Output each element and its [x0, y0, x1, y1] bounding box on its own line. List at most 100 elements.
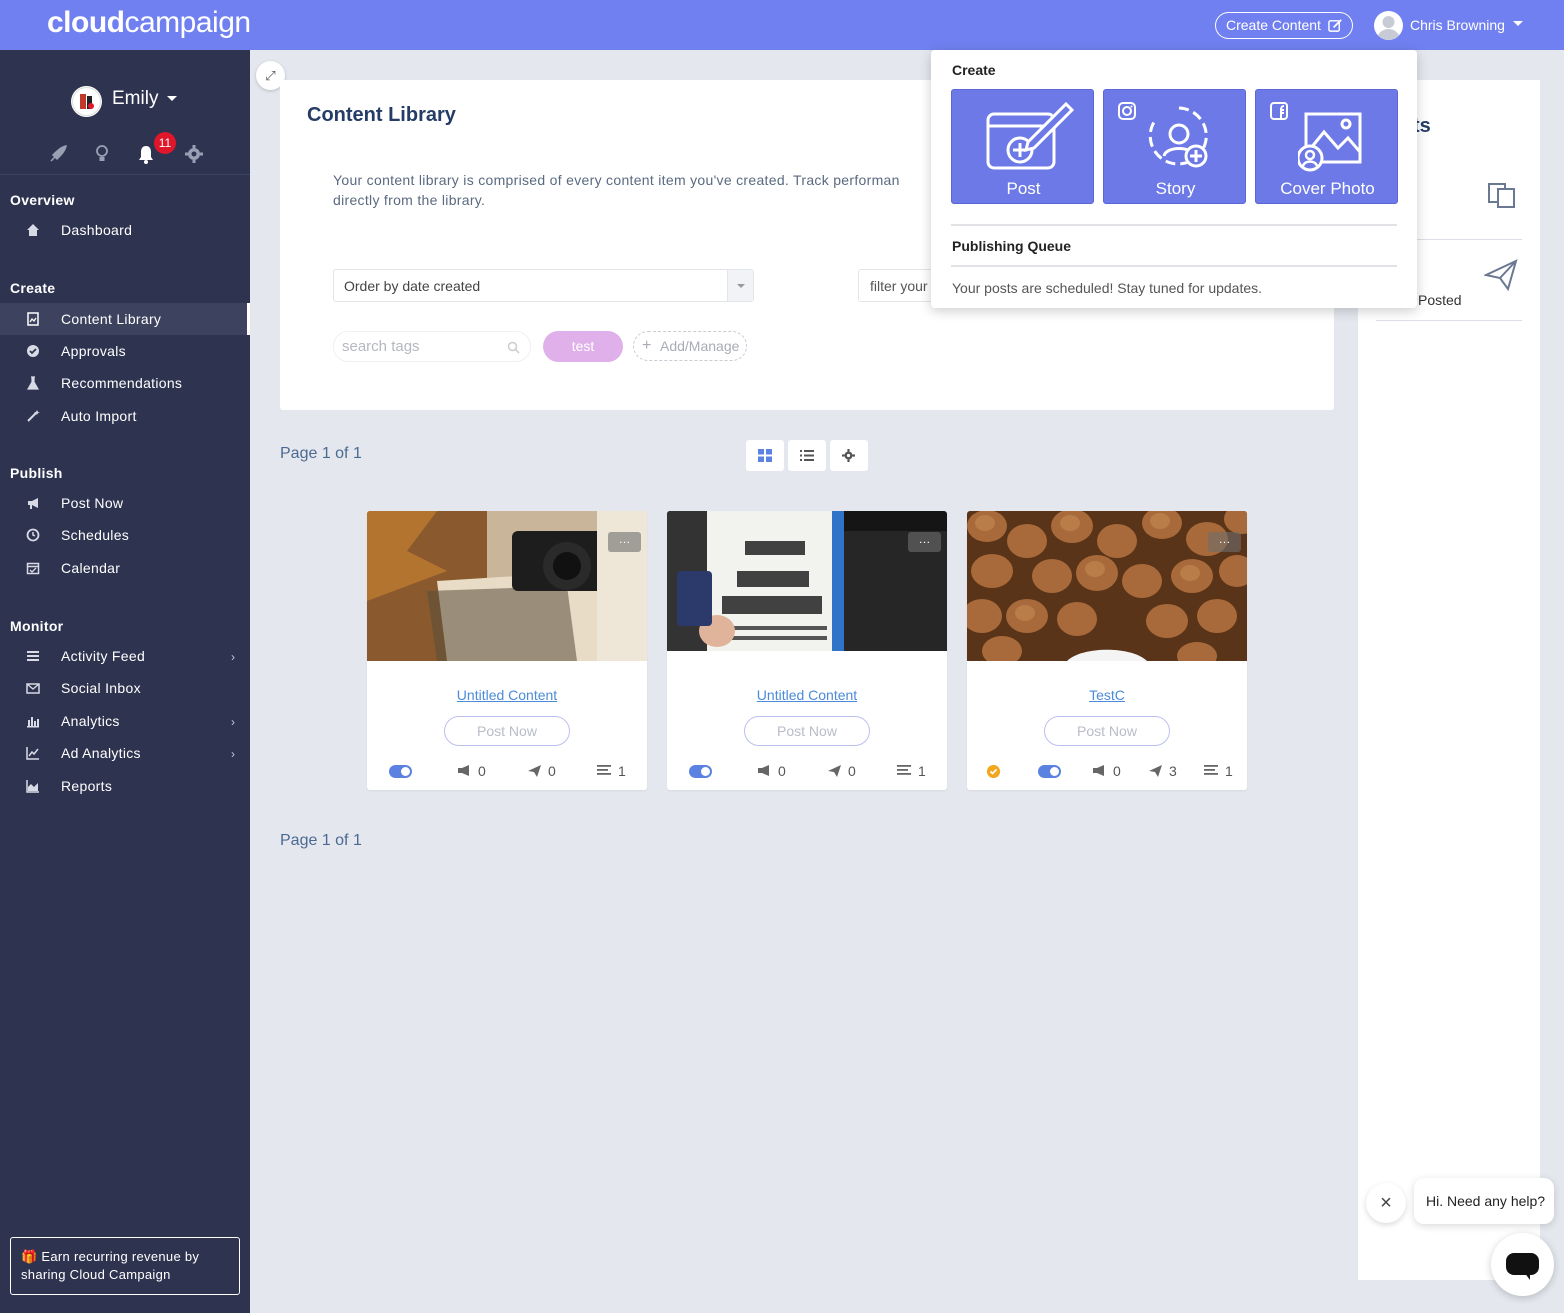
cover-photo-icon [1298, 112, 1362, 172]
more-options-icon[interactable]: … [908, 532, 941, 552]
copy-icon[interactable] [1486, 178, 1518, 210]
sidebar-item-dashboard[interactable]: Dashboard [0, 214, 250, 246]
bar-chart-icon [27, 717, 39, 728]
help-message[interactable]: Hi. Need any help? [1414, 1178, 1554, 1224]
sidebar-item-approvals[interactable]: Approvals [0, 335, 250, 367]
post-add-icon [986, 101, 1075, 170]
content-title[interactable]: TestC [967, 687, 1247, 703]
chat-icon[interactable] [1491, 1233, 1554, 1296]
grid-view-button[interactable] [746, 440, 784, 471]
create-content-dropdown: Create Post Story Cover Photo Publishing… [931, 50, 1417, 308]
post-now-button[interactable]: Post Now [744, 716, 870, 746]
line-chart-icon [26, 747, 39, 760]
paper-plane-icon [528, 765, 541, 777]
page-indicator-top: Page 1 of 1 [280, 445, 362, 462]
area-chart-icon [26, 780, 39, 793]
search-tags-input[interactable]: search tags [333, 331, 531, 362]
account-name[interactable]: Emily [112, 88, 158, 110]
posted-label: Posted [1418, 292, 1462, 308]
dropdown-create-heading: Create [952, 62, 996, 78]
content-thumbnail[interactable]: … [367, 511, 647, 661]
list-view-button[interactable] [788, 440, 826, 471]
referral-banner[interactable]: 🎁 Earn recurring revenue by sharing Clou… [10, 1237, 240, 1295]
notification-badge: 11 [154, 132, 176, 154]
sidebar-item-calendar[interactable]: Calendar [0, 552, 250, 584]
account-avatar[interactable] [71, 86, 102, 117]
envelope-icon [26, 683, 40, 694]
order-select[interactable]: Order by date created [333, 269, 754, 302]
check-circle-icon [27, 345, 39, 357]
sidebar-item-content-library[interactable]: Content Library [0, 303, 250, 335]
approved-check-icon [987, 765, 1000, 778]
content-title[interactable]: Untitled Content [367, 687, 647, 703]
gear-icon [842, 449, 855, 462]
sidebar: Emily 11 Overview Dashboard Create Conte… [0, 50, 250, 1313]
caret-down-icon [727, 270, 753, 301]
publishing-queue-message: Your posts are scheduled! Stay tuned for… [952, 280, 1263, 296]
active-toggle[interactable] [1038, 765, 1061, 778]
sidebar-item-social-inbox[interactable]: Social Inbox [0, 672, 250, 704]
search-icon [507, 341, 520, 354]
text-lines-icon [1204, 765, 1218, 775]
paper-plane-icon[interactable] [1484, 258, 1518, 292]
chevron-right-icon: › [231, 715, 236, 729]
top-bar: cloudcampaign Create Content Chris Brown… [0, 0, 1564, 50]
more-options-icon[interactable]: … [608, 532, 641, 552]
sidebar-item-recommendations[interactable]: Recommendations [0, 367, 250, 399]
caret-down-icon[interactable] [1513, 21, 1523, 26]
list-icon [27, 651, 39, 661]
megaphone-icon [28, 498, 38, 509]
content-title[interactable]: Untitled Content [667, 687, 947, 703]
rocket-icon[interactable] [47, 143, 69, 165]
add-manage-tags-button[interactable]: + Add/Manage [633, 331, 747, 361]
create-story-tile[interactable]: Story [1103, 89, 1246, 204]
list-icon [800, 450, 814, 461]
post-now-button[interactable]: Post Now [444, 716, 570, 746]
content-thumbnail[interactable]: … [667, 511, 947, 661]
content-card[interactable]: … TestC Post Now 0 3 1 [967, 511, 1247, 790]
divider [951, 224, 1397, 226]
active-toggle[interactable] [689, 765, 712, 778]
divider [0, 174, 250, 175]
section-create: Create [10, 280, 56, 296]
facebook-icon [1270, 102, 1288, 120]
paper-plane-icon [828, 765, 841, 777]
megaphone-icon [758, 765, 769, 776]
divider [1376, 320, 1522, 321]
gear-icon[interactable] [183, 143, 205, 165]
user-avatar[interactable] [1374, 11, 1403, 40]
page-indicator-bottom: Page 1 of 1 [280, 832, 362, 849]
instagram-icon [1118, 102, 1136, 120]
page-description: Your content library is comprised of eve… [333, 172, 900, 208]
section-publish: Publish [10, 465, 63, 481]
close-icon[interactable]: × [1366, 1183, 1406, 1223]
filter-input[interactable]: filter your [858, 269, 933, 302]
create-cover-photo-tile[interactable]: Cover Photo [1255, 89, 1398, 204]
sidebar-item-auto-import[interactable]: Auto Import [0, 400, 250, 432]
section-monitor: Monitor [10, 618, 64, 634]
sidebar-item-schedules[interactable]: Schedules [0, 519, 250, 551]
lightbulb-icon[interactable] [91, 143, 113, 165]
chevron-right-icon: › [231, 650, 236, 664]
tag-pill[interactable]: test [543, 331, 623, 362]
active-toggle[interactable] [389, 765, 412, 778]
calendar-icon [26, 562, 40, 575]
post-now-button[interactable]: Post Now [1044, 716, 1170, 746]
content-thumbnail[interactable]: … [967, 511, 1247, 661]
sidebar-item-analytics[interactable]: Analytics › [0, 705, 250, 737]
settings-view-button[interactable] [830, 440, 868, 471]
sidebar-item-post-now[interactable]: Post Now [0, 487, 250, 519]
create-post-tile[interactable]: Post [951, 89, 1094, 204]
sidebar-item-activity-feed[interactable]: Activity Feed › [0, 640, 250, 672]
content-card[interactable]: … Untitled Content Post Now 0 0 1 [367, 511, 647, 790]
logo[interactable]: cloudcampaign [47, 6, 251, 40]
caret-down-icon[interactable] [167, 96, 177, 101]
user-name[interactable]: Chris Browning [1410, 17, 1505, 33]
create-content-button[interactable]: Create Content [1215, 12, 1353, 39]
sidebar-item-reports[interactable]: Reports [0, 770, 250, 802]
gift-icon: 🎁 [21, 1249, 38, 1264]
plus-icon: + [642, 337, 652, 354]
content-card[interactable]: … Untitled Content Post Now 0 0 1 [667, 511, 947, 790]
more-options-icon[interactable]: … [1208, 532, 1241, 552]
sidebar-item-ad-analytics[interactable]: Ad Analytics › [0, 737, 250, 769]
